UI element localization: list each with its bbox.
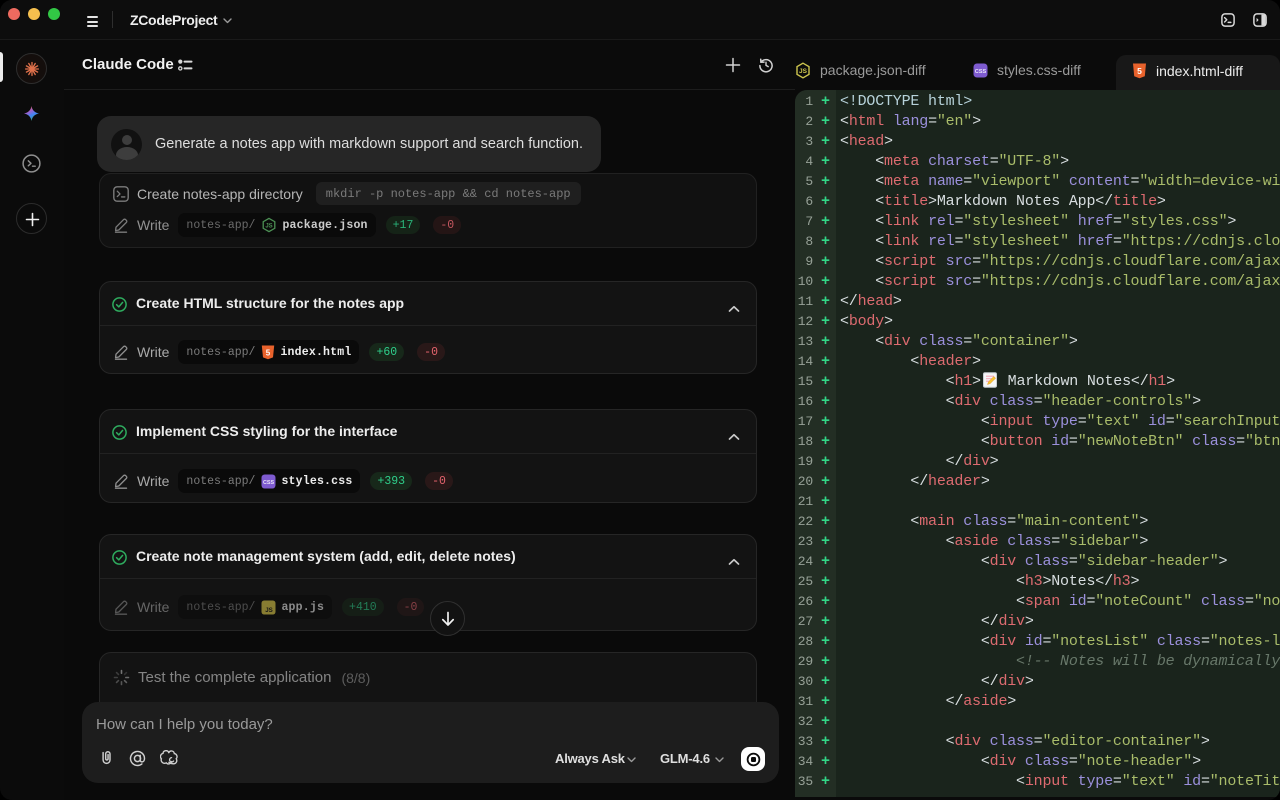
svg-text:CSS: CSS (263, 480, 274, 486)
svg-text:JS: JS (266, 223, 273, 229)
svg-text:JS: JS (266, 607, 274, 614)
svg-text:JS: JS (799, 68, 808, 75)
svg-text:5: 5 (266, 348, 271, 357)
svg-text:5: 5 (1137, 66, 1142, 76)
svg-text:CSS: CSS (975, 69, 987, 75)
